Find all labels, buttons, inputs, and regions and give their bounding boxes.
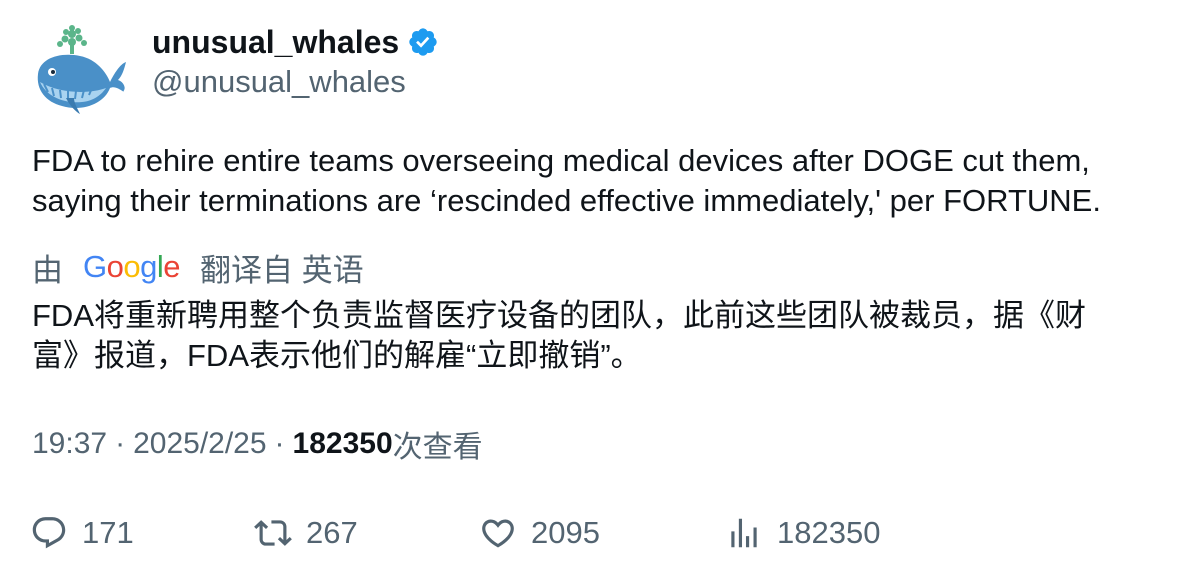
user-handle[interactable]: @unusual_whales: [152, 62, 439, 102]
tweet-text-line: saying their terminations are ‘rescinded…: [32, 183, 1101, 218]
translated-text: FDA将重新聘用整个负责监督医疗设备的团队，此前这些团队被裁员，据《财 富》报道…: [32, 296, 1172, 376]
display-name[interactable]: unusual_whales: [152, 22, 399, 62]
retweet-icon: [254, 520, 292, 546]
meta-separator: ·: [274, 427, 285, 460]
views-count: 182350: [292, 427, 393, 460]
meta-separator: ·: [115, 427, 126, 460]
reply-icon: [32, 517, 66, 549]
retweet-button[interactable]: 267: [254, 514, 358, 552]
like-button[interactable]: 2095: [479, 514, 600, 552]
translation-suffix: 翻译自 英语: [200, 252, 364, 288]
whale-logo-icon: [37, 25, 126, 114]
views-button[interactable]: 182350: [725, 514, 880, 552]
reply-count: 171: [82, 515, 134, 550]
retweet-count: 267: [306, 515, 358, 550]
tweet-text: FDA to rehire entire teams overseeing me…: [32, 141, 1172, 221]
reply-button[interactable]: 171: [30, 514, 134, 552]
action-bar: 171 267 2095 182350: [30, 508, 1170, 558]
heart-icon: [482, 519, 514, 548]
tweet-time[interactable]: 19:37: [32, 427, 107, 461]
translation-attribution: 由 Google 翻译自 英语: [32, 247, 364, 288]
translated-text-line: 富》报道，FDA表示他们的解雇“立即撤销”。: [32, 338, 642, 373]
verified-badge-icon[interactable]: [407, 26, 439, 58]
like-count: 2095: [531, 515, 600, 550]
views-label: 次查看: [392, 431, 483, 464]
tweet-text-line: FDA to rehire entire teams overseeing me…: [32, 143, 1090, 178]
tweet-card: unusual_whales @unusual_whales FDA to re…: [0, 0, 1196, 578]
tweet-date[interactable]: 2025/2/25: [133, 427, 266, 461]
translation-prefix: 由: [32, 252, 63, 288]
views-action-count: 182350: [777, 515, 881, 550]
tweet-meta: 19:37 · 2025/2/25 · 182350 次查看: [32, 424, 483, 464]
translated-text-line: FDA将重新聘用整个负责监督医疗设备的团队，此前这些团队被裁员，据《财: [32, 298, 1086, 333]
avatar[interactable]: [30, 22, 128, 120]
user-info: unusual_whales @unusual_whales: [152, 22, 439, 102]
display-name-row: unusual_whales: [152, 22, 439, 62]
bar-chart-icon: [731, 518, 757, 548]
google-logo[interactable]: Google: [83, 249, 181, 285]
